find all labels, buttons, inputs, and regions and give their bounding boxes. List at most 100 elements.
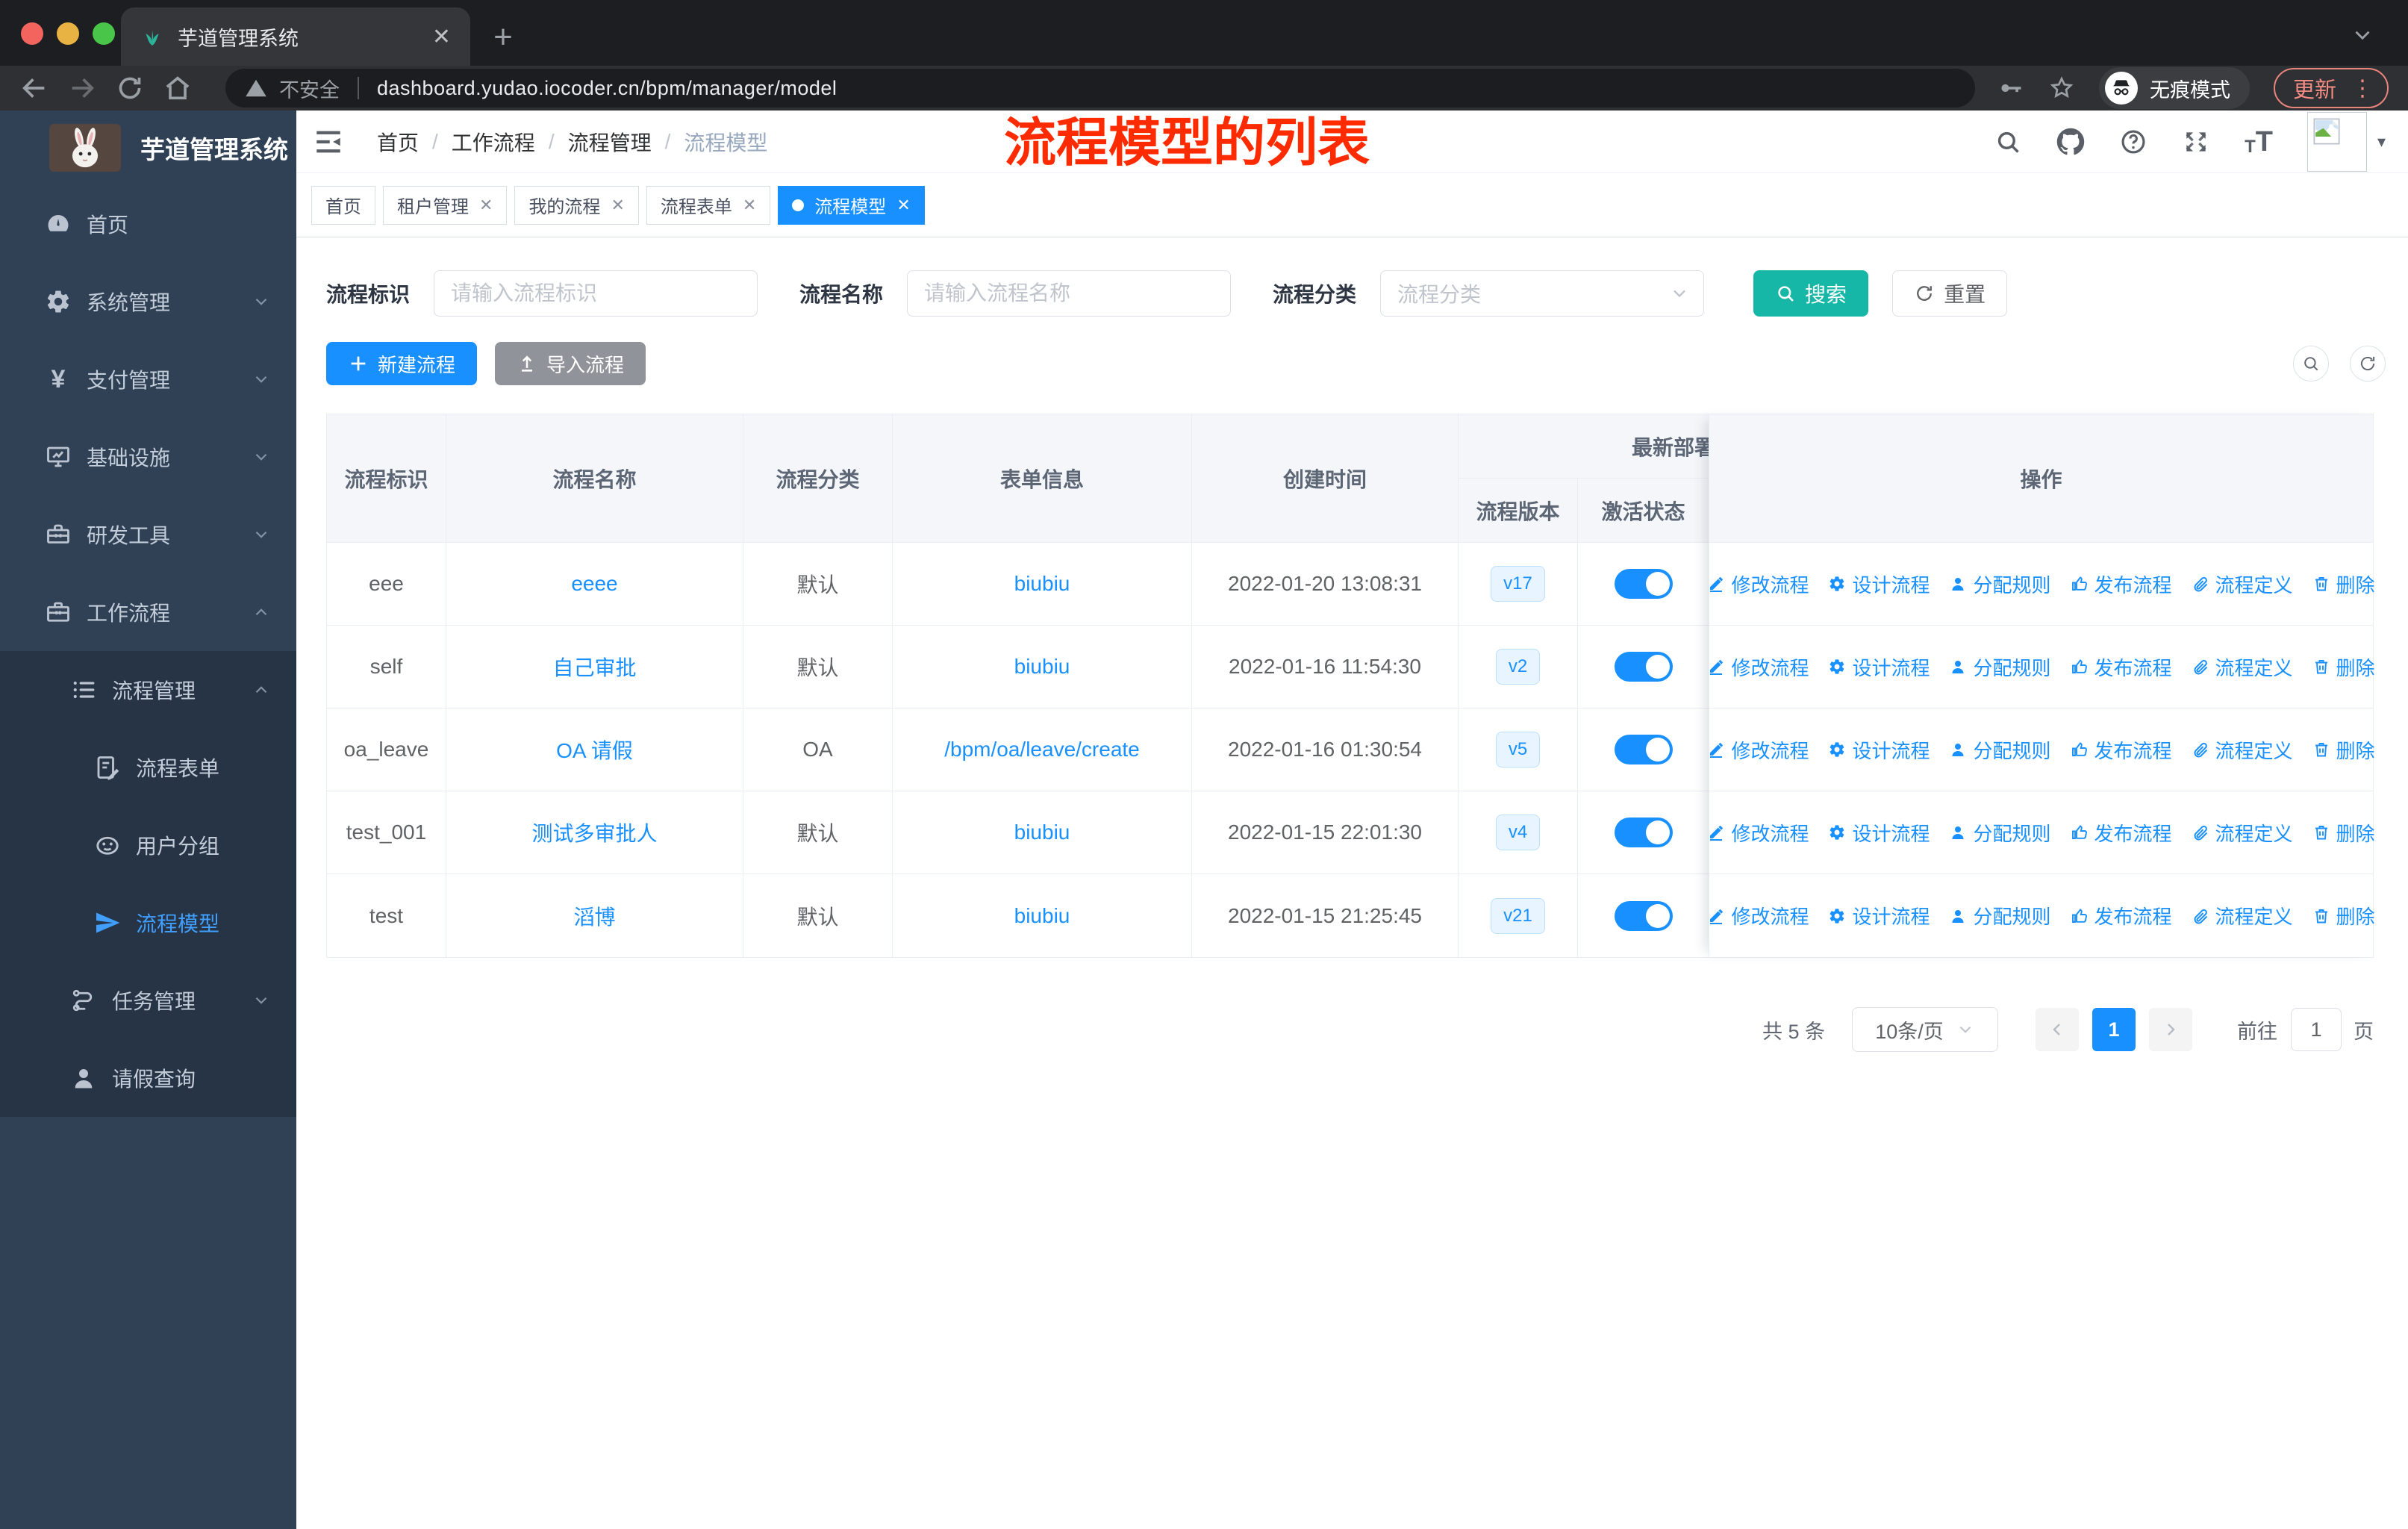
cell-name-text[interactable]: 自己审批	[552, 652, 636, 682]
cell-form-text[interactable]: biubiu	[1014, 820, 1070, 844]
action-修改流程[interactable]: 修改流程	[1707, 570, 1809, 598]
cell-name[interactable]: eeee	[446, 543, 743, 626]
search-field-1[interactable]	[907, 270, 1232, 317]
tag-close-icon[interactable]: ✕	[479, 196, 493, 215]
version-badge[interactable]: v5	[1495, 732, 1541, 767]
search-input[interactable]	[451, 281, 741, 305]
action-分配规则[interactable]: 分配规则	[1949, 736, 2051, 764]
github-icon[interactable]	[2056, 128, 2085, 156]
action-设计流程[interactable]: 设计流程	[1828, 819, 1930, 847]
sidebar-item-流程管理[interactable]: 流程管理	[0, 651, 296, 729]
cell-name-text[interactable]: eeee	[571, 572, 617, 596]
help-icon[interactable]	[2119, 128, 2147, 156]
action-流程定义[interactable]: 流程定义	[2192, 819, 2293, 847]
action-设计流程[interactable]: 设计流程	[1828, 570, 1930, 598]
fullscreen-icon[interactable]	[2182, 128, 2210, 156]
avatar-caret-icon[interactable]: ▾	[2377, 132, 2386, 152]
category-select[interactable]: 流程分类	[1380, 270, 1705, 317]
import-model-button[interactable]: 导入流程	[495, 342, 646, 385]
header-search-icon[interactable]	[1994, 128, 2022, 156]
goto-page-input[interactable]	[2291, 1008, 2342, 1051]
reload-icon[interactable]	[115, 73, 145, 103]
version-badge[interactable]: v17	[1491, 566, 1545, 602]
cell-form[interactable]: biubiu	[893, 626, 1192, 709]
active-toggle[interactable]	[1614, 818, 1673, 847]
sidebar-item-研发工具[interactable]: 研发工具	[0, 496, 296, 573]
tag-首页[interactable]: 首页	[311, 185, 375, 225]
breadcrumb-item[interactable]: 首页	[377, 127, 419, 157]
action-删除[interactable]: 删除	[2312, 570, 2375, 598]
cell-form[interactable]: biubiu	[893, 874, 1192, 957]
sidebar-item-支付管理[interactable]: ¥ 支付管理	[0, 340, 296, 418]
reset-button[interactable]: 重置	[1892, 270, 2008, 317]
password-key-icon[interactable]	[1997, 75, 2024, 102]
browser-tab[interactable]: 芋道管理系统 ✕	[121, 7, 470, 66]
sidebar-item-工作流程[interactable]: 工作流程	[0, 573, 296, 651]
action-发布流程[interactable]: 发布流程	[2071, 653, 2172, 681]
search-input[interactable]	[924, 281, 1214, 305]
cell-form-text[interactable]: biubiu	[1014, 655, 1070, 679]
version-badge[interactable]: v2	[1495, 649, 1541, 685]
active-toggle[interactable]	[1614, 735, 1673, 764]
cell-form-text[interactable]: biubiu	[1014, 572, 1070, 596]
home-icon[interactable]	[163, 73, 193, 103]
action-修改流程[interactable]: 修改流程	[1707, 736, 1809, 764]
cell-name[interactable]: OA 请假	[446, 709, 743, 791]
action-流程定义[interactable]: 流程定义	[2192, 653, 2293, 681]
sidebar-item-任务管理[interactable]: 任务管理	[0, 962, 296, 1039]
action-分配规则[interactable]: 分配规则	[1949, 902, 2051, 929]
version-badge[interactable]: v4	[1495, 815, 1541, 850]
action-设计流程[interactable]: 设计流程	[1828, 653, 1930, 681]
action-修改流程[interactable]: 修改流程	[1707, 819, 1809, 847]
action-发布流程[interactable]: 发布流程	[2071, 736, 2172, 764]
new-tab-button[interactable]: +	[481, 15, 525, 60]
cell-form[interactable]: biubiu	[893, 543, 1192, 626]
tag-close-icon[interactable]: ✕	[743, 196, 756, 215]
action-删除[interactable]: 删除	[2312, 736, 2375, 764]
action-分配规则[interactable]: 分配规则	[1949, 653, 2051, 681]
sidebar-item-流程表单[interactable]: 流程表单	[0, 729, 296, 806]
action-流程定义[interactable]: 流程定义	[2192, 902, 2293, 929]
user-avatar[interactable]	[2306, 111, 2367, 172]
refresh-table-button[interactable]	[2350, 346, 2386, 382]
cell-form[interactable]: biubiu	[893, 791, 1192, 874]
action-发布流程[interactable]: 发布流程	[2071, 819, 2172, 847]
action-删除[interactable]: 删除	[2312, 902, 2375, 929]
action-发布流程[interactable]: 发布流程	[2071, 902, 2172, 929]
action-分配规则[interactable]: 分配规则	[1949, 819, 2051, 847]
cell-form-text[interactable]: /bpm/oa/leave/create	[944, 738, 1140, 762]
active-toggle[interactable]	[1614, 569, 1673, 599]
window-close-button[interactable]	[21, 22, 43, 45]
tag-close-icon[interactable]: ✕	[896, 196, 910, 215]
breadcrumb-item[interactable]: 工作流程	[452, 127, 535, 157]
toggle-search-button[interactable]	[2293, 346, 2329, 382]
action-流程定义[interactable]: 流程定义	[2192, 736, 2293, 764]
forward-icon[interactable]	[67, 73, 97, 103]
cell-name-text[interactable]: 测试多审批人	[531, 818, 657, 847]
sidebar-item-系统管理[interactable]: 系统管理	[0, 263, 296, 340]
cell-name[interactable]: 测试多审批人	[446, 791, 743, 874]
tag-close-icon[interactable]: ✕	[611, 196, 624, 215]
tag-租户管理[interactable]: 租户管理 ✕	[383, 185, 508, 225]
next-page-button[interactable]	[2149, 1008, 2192, 1051]
browser-update-button[interactable]: 更新 ⋮	[2273, 68, 2389, 108]
tag-我的流程[interactable]: 我的流程 ✕	[514, 185, 639, 225]
sidebar-item-首页[interactable]: 首页	[0, 185, 296, 263]
action-修改流程[interactable]: 修改流程	[1707, 653, 1809, 681]
active-toggle[interactable]	[1614, 652, 1673, 682]
back-icon[interactable]	[19, 73, 49, 103]
action-设计流程[interactable]: 设计流程	[1828, 736, 1930, 764]
breadcrumb-item[interactable]: 流程管理	[568, 127, 652, 157]
browser-menu-icon[interactable]: ⋮	[2351, 75, 2374, 102]
address-bar[interactable]: 不安全 dashboard.yudao.iocoder.cn/bpm/manag…	[225, 69, 1975, 108]
tag-流程表单[interactable]: 流程表单 ✕	[646, 185, 771, 225]
current-page-button[interactable]: 1	[2092, 1008, 2136, 1051]
search-field-0[interactable]	[434, 270, 758, 317]
cell-form[interactable]: /bpm/oa/leave/create	[893, 709, 1192, 791]
action-流程定义[interactable]: 流程定义	[2192, 570, 2293, 598]
page-size-select[interactable]: 10条/页	[1852, 1007, 1998, 1052]
action-分配规则[interactable]: 分配规则	[1949, 570, 2051, 598]
security-warning-icon[interactable]	[245, 77, 267, 99]
window-minimize-button[interactable]	[57, 22, 79, 45]
cell-name[interactable]: 滔博	[446, 874, 743, 957]
